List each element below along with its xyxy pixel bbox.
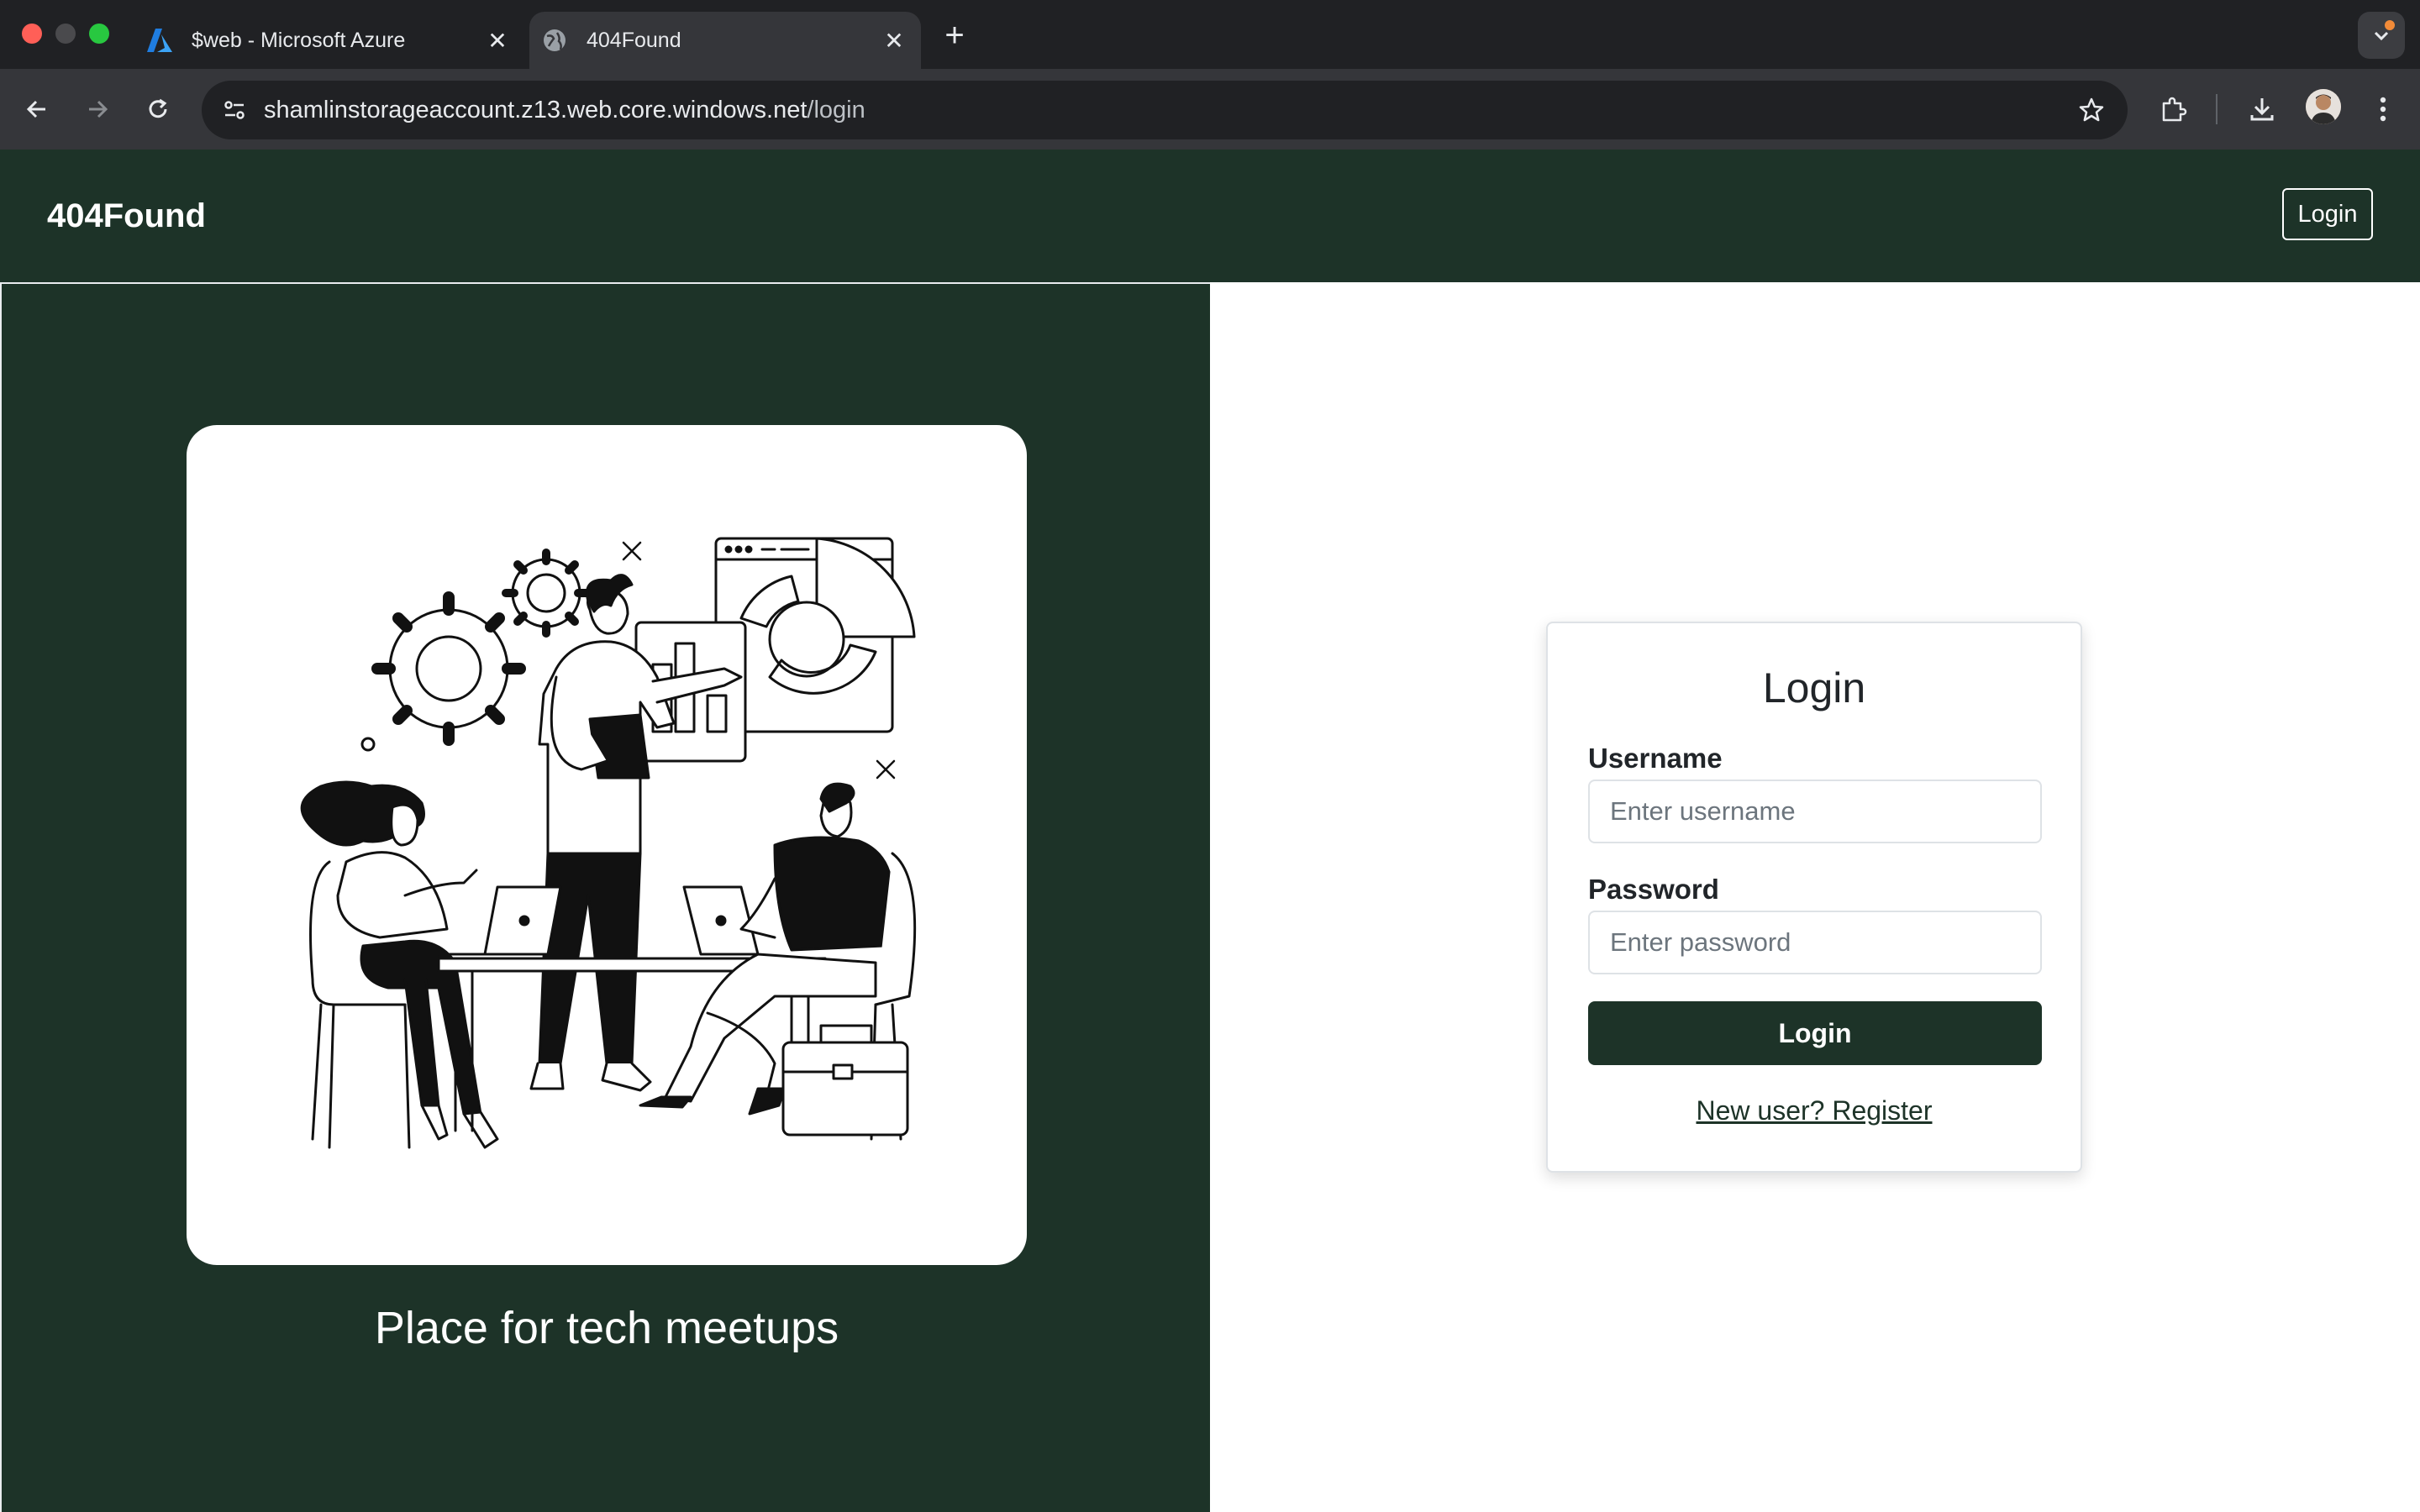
tab-title: 404Found — [587, 28, 681, 52]
url-path: /login — [807, 97, 865, 123]
browser-menu-icon[interactable] — [2361, 87, 2405, 131]
toolbar-separator — [2216, 94, 2217, 124]
tab-404found[interactable]: 404Found ✕ — [529, 12, 921, 69]
password-input[interactable] — [1588, 911, 2042, 974]
tab-close-icon[interactable]: ✕ — [877, 24, 911, 57]
password-label: Password — [1588, 874, 1719, 905]
hero-tagline: Place for tech meetups — [374, 1303, 839, 1353]
browser-tab-strip: $web - Microsoft Azure ✕ 404Found ✕ + — [0, 0, 2420, 69]
username-input[interactable] — [1588, 780, 2042, 843]
tab-azure[interactable]: $web - Microsoft Azure ✕ — [134, 12, 524, 69]
bookmark-star-icon[interactable] — [2070, 89, 2112, 131]
site-info-icon[interactable] — [213, 89, 255, 131]
site-header: 404Found Login — [0, 150, 2420, 282]
reload-icon[interactable] — [136, 87, 180, 131]
team-meeting-illustration — [300, 537, 917, 1149]
login-card: Login Username Password Login New user? … — [1546, 622, 2082, 1173]
tab-search-button[interactable] — [2358, 12, 2405, 59]
url-host: shamlinstorageaccount.z13.web.core.windo… — [264, 97, 808, 123]
url-text[interactable]: shamlinstorageaccount.z13.web.core.windo… — [264, 81, 865, 139]
back-icon[interactable] — [15, 87, 59, 131]
register-link[interactable]: New user? Register — [1548, 1095, 2081, 1126]
minimize-window-button[interactable] — [55, 24, 76, 44]
username-label: Username — [1588, 743, 1723, 774]
maximize-window-button[interactable] — [89, 24, 109, 44]
brand-logo[interactable]: 404Found — [47, 150, 206, 282]
profile-avatar[interactable] — [2306, 89, 2341, 124]
globe-icon — [539, 25, 570, 55]
header-login-button[interactable]: Login — [2282, 188, 2373, 240]
login-submit-button[interactable]: Login — [1588, 1001, 2042, 1065]
download-icon[interactable] — [2240, 87, 2284, 131]
browser-toolbar: shamlinstorageaccount.z13.web.core.windo… — [0, 69, 2420, 150]
forward-icon[interactable] — [76, 87, 119, 131]
tab-close-icon[interactable]: ✕ — [481, 24, 514, 57]
azure-icon — [145, 25, 175, 55]
illustration-card — [187, 425, 1027, 1265]
address-bar[interactable]: shamlinstorageaccount.z13.web.core.windo… — [202, 81, 2128, 139]
new-tab-icon[interactable]: + — [934, 15, 975, 55]
extensions-icon[interactable] — [2151, 87, 2195, 131]
hero-panel: Place for tech meetups — [0, 282, 1210, 1512]
notification-dot — [2385, 20, 2395, 30]
login-title: Login — [1762, 664, 1866, 711]
close-window-button[interactable] — [22, 24, 42, 44]
tab-title: $web - Microsoft Azure — [192, 28, 406, 52]
